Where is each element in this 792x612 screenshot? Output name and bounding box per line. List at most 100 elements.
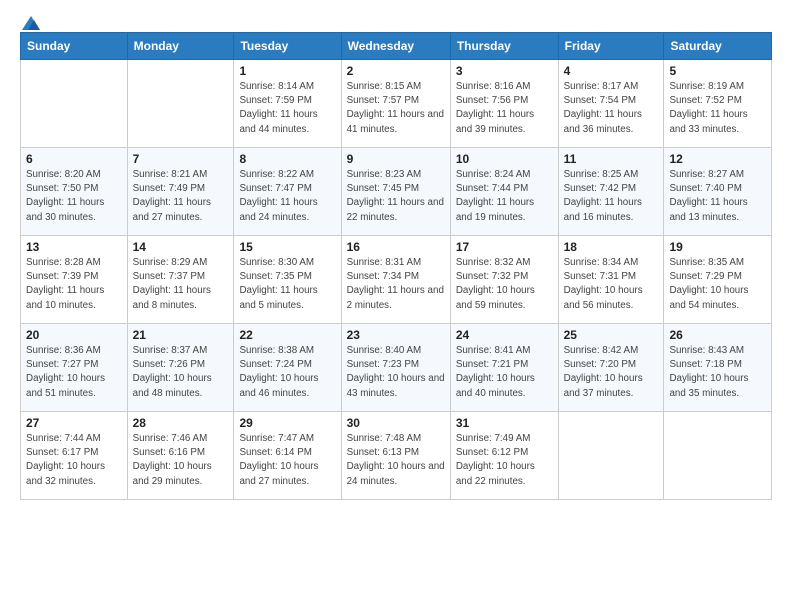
calendar-cell: 26Sunrise: 8:43 AM Sunset: 7:18 PM Dayli… bbox=[664, 324, 772, 412]
day-info: Sunrise: 8:20 AM Sunset: 7:50 PM Dayligh… bbox=[26, 168, 122, 225]
day-info: Sunrise: 8:38 AM Sunset: 7:24 PM Dayligh… bbox=[239, 344, 335, 401]
weekday-header-tuesday: Tuesday bbox=[234, 33, 341, 60]
calendar-cell: 30Sunrise: 7:48 AM Sunset: 6:13 PM Dayli… bbox=[341, 412, 450, 500]
week-row-0: 1 Sunrise: 8:14 AM Sunset: 7:59 PM Daylig… bbox=[21, 60, 772, 148]
weekday-header-thursday: Thursday bbox=[450, 33, 558, 60]
day-number: 31 bbox=[456, 416, 553, 430]
day-number: 7 bbox=[133, 152, 229, 166]
day-info: Sunrise: 7:44 AM Sunset: 6:17 PM Dayligh… bbox=[26, 432, 122, 489]
calendar-cell: 10 Sunrise: 8:24 AM Sunset: 7:44 PM Dayli… bbox=[450, 148, 558, 236]
day-number: 20 bbox=[26, 328, 122, 342]
day-info: Sunrise: 7:46 AM Sunset: 6:16 PM Dayligh… bbox=[133, 432, 229, 489]
day-info: Sunrise: 8:29 AM Sunset: 7:37 PM Dayligh… bbox=[133, 256, 229, 313]
day-number: 13 bbox=[26, 240, 122, 254]
day-number: 2 bbox=[347, 64, 445, 78]
day-info: Sunrise: 8:15 AM Sunset: 7:57 PM Dayligh… bbox=[347, 80, 445, 137]
weekday-header-saturday: Saturday bbox=[664, 33, 772, 60]
weekday-header-row: SundayMondayTuesdayWednesdayThursdayFrid… bbox=[21, 33, 772, 60]
day-info: Sunrise: 8:24 AM Sunset: 7:44 PM Dayligh… bbox=[456, 168, 553, 225]
day-info: Sunrise: 8:42 AM Sunset: 7:20 PM Dayligh… bbox=[564, 344, 659, 401]
day-info: Sunrise: 8:31 AM Sunset: 7:34 PM Dayligh… bbox=[347, 256, 445, 313]
calendar-cell bbox=[664, 412, 772, 500]
day-info: Sunrise: 8:16 AM Sunset: 7:56 PM Dayligh… bbox=[456, 80, 553, 137]
weekday-header-friday: Friday bbox=[558, 33, 664, 60]
day-info: Sunrise: 8:30 AM Sunset: 7:35 PM Dayligh… bbox=[239, 256, 335, 313]
day-number: 19 bbox=[669, 240, 766, 254]
day-number: 29 bbox=[239, 416, 335, 430]
calendar-cell: 1 Sunrise: 8:14 AM Sunset: 7:59 PM Daylig… bbox=[234, 60, 341, 148]
calendar-cell: 29 Sunrise: 7:47 AM Sunset: 6:14 PM Dayli… bbox=[234, 412, 341, 500]
day-number: 28 bbox=[133, 416, 229, 430]
day-info: Sunrise: 8:34 AM Sunset: 7:31 PM Dayligh… bbox=[564, 256, 659, 313]
day-number: 21 bbox=[133, 328, 229, 342]
week-row-1: 6 Sunrise: 8:20 AM Sunset: 7:50 PM Daylig… bbox=[21, 148, 772, 236]
calendar-cell: 2 Sunrise: 8:15 AM Sunset: 7:57 PM Daylig… bbox=[341, 60, 450, 148]
day-number: 16 bbox=[347, 240, 445, 254]
day-number: 3 bbox=[456, 64, 553, 78]
day-number: 15 bbox=[239, 240, 335, 254]
calendar-cell: 14 Sunrise: 8:29 AM Sunset: 7:37 PM Dayli… bbox=[127, 236, 234, 324]
day-info: Sunrise: 8:23 AM Sunset: 7:45 PM Dayligh… bbox=[347, 168, 445, 225]
calendar-cell: 11 Sunrise: 8:25 AM Sunset: 7:42 PM Dayli… bbox=[558, 148, 664, 236]
day-info: Sunrise: 8:17 AM Sunset: 7:54 PM Dayligh… bbox=[564, 80, 659, 137]
week-row-3: 20 Sunrise: 8:36 AM Sunset: 7:27 PM Dayli… bbox=[21, 324, 772, 412]
day-info: Sunrise: 8:27 AM Sunset: 7:40 PM Dayligh… bbox=[669, 168, 766, 225]
day-number: 10 bbox=[456, 152, 553, 166]
day-number: 27 bbox=[26, 416, 122, 430]
day-number: 8 bbox=[239, 152, 335, 166]
day-number: 12 bbox=[669, 152, 766, 166]
calendar-cell: 5Sunrise: 8:19 AM Sunset: 7:52 PM Daylig… bbox=[664, 60, 772, 148]
day-info: Sunrise: 8:37 AM Sunset: 7:26 PM Dayligh… bbox=[133, 344, 229, 401]
day-info: Sunrise: 7:48 AM Sunset: 6:13 PM Dayligh… bbox=[347, 432, 445, 489]
weekday-header-sunday: Sunday bbox=[21, 33, 128, 60]
day-info: Sunrise: 8:35 AM Sunset: 7:29 PM Dayligh… bbox=[669, 256, 766, 313]
calendar-cell: 24Sunrise: 8:41 AM Sunset: 7:21 PM Dayli… bbox=[450, 324, 558, 412]
day-info: Sunrise: 8:21 AM Sunset: 7:49 PM Dayligh… bbox=[133, 168, 229, 225]
calendar-cell: 23 Sunrise: 8:40 AM Sunset: 7:23 PM Dayli… bbox=[341, 324, 450, 412]
calendar-cell bbox=[558, 412, 664, 500]
weekday-header-monday: Monday bbox=[127, 33, 234, 60]
day-info: Sunrise: 7:47 AM Sunset: 6:14 PM Dayligh… bbox=[239, 432, 335, 489]
week-row-2: 13 Sunrise: 8:28 AM Sunset: 7:39 PM Dayli… bbox=[21, 236, 772, 324]
calendar-cell: 31 Sunrise: 7:49 AM Sunset: 6:12 PM Dayli… bbox=[450, 412, 558, 500]
calendar-cell: 20 Sunrise: 8:36 AM Sunset: 7:27 PM Dayli… bbox=[21, 324, 128, 412]
calendar-cell: 25 Sunrise: 8:42 AM Sunset: 7:20 PM Dayli… bbox=[558, 324, 664, 412]
calendar-cell: 7 Sunrise: 8:21 AM Sunset: 7:49 PM Daylig… bbox=[127, 148, 234, 236]
calendar-cell bbox=[21, 60, 128, 148]
calendar-cell: 13 Sunrise: 8:28 AM Sunset: 7:39 PM Dayli… bbox=[21, 236, 128, 324]
day-number: 14 bbox=[133, 240, 229, 254]
calendar-cell: 17 Sunrise: 8:32 AM Sunset: 7:32 PM Dayli… bbox=[450, 236, 558, 324]
calendar-cell: 18 Sunrise: 8:34 AM Sunset: 7:31 PM Dayli… bbox=[558, 236, 664, 324]
day-number: 6 bbox=[26, 152, 122, 166]
calendar-cell: 22Sunrise: 8:38 AM Sunset: 7:24 PM Dayli… bbox=[234, 324, 341, 412]
week-row-4: 27 Sunrise: 7:44 AM Sunset: 6:17 PM Dayli… bbox=[21, 412, 772, 500]
calendar-cell: 27 Sunrise: 7:44 AM Sunset: 6:17 PM Dayli… bbox=[21, 412, 128, 500]
day-info: Sunrise: 8:22 AM Sunset: 7:47 PM Dayligh… bbox=[239, 168, 335, 225]
day-number: 23 bbox=[347, 328, 445, 342]
day-info: Sunrise: 8:40 AM Sunset: 7:23 PM Dayligh… bbox=[347, 344, 445, 401]
day-info: Sunrise: 8:14 AM Sunset: 7:59 PM Dayligh… bbox=[239, 80, 335, 137]
calendar-cell: 12 Sunrise: 8:27 AM Sunset: 7:40 PM Dayli… bbox=[664, 148, 772, 236]
calendar-cell: 28 Sunrise: 7:46 AM Sunset: 6:16 PM Dayli… bbox=[127, 412, 234, 500]
day-number: 1 bbox=[239, 64, 335, 78]
day-info: Sunrise: 8:32 AM Sunset: 7:32 PM Dayligh… bbox=[456, 256, 553, 313]
day-number: 11 bbox=[564, 152, 659, 166]
day-info: Sunrise: 7:49 AM Sunset: 6:12 PM Dayligh… bbox=[456, 432, 553, 489]
day-number: 5 bbox=[669, 64, 766, 78]
logo-icon bbox=[22, 16, 40, 30]
calendar-cell: 4Sunrise: 8:17 AM Sunset: 7:54 PM Daylig… bbox=[558, 60, 664, 148]
day-number: 17 bbox=[456, 240, 553, 254]
calendar-cell: 9Sunrise: 8:23 AM Sunset: 7:45 PM Daylig… bbox=[341, 148, 450, 236]
calendar-cell: 6 Sunrise: 8:20 AM Sunset: 7:50 PM Daylig… bbox=[21, 148, 128, 236]
day-number: 25 bbox=[564, 328, 659, 342]
calendar-cell: 21 Sunrise: 8:37 AM Sunset: 7:26 PM Dayli… bbox=[127, 324, 234, 412]
day-number: 18 bbox=[564, 240, 659, 254]
day-info: Sunrise: 8:36 AM Sunset: 7:27 PM Dayligh… bbox=[26, 344, 122, 401]
day-info: Sunrise: 8:25 AM Sunset: 7:42 PM Dayligh… bbox=[564, 168, 659, 225]
calendar-cell: 16 Sunrise: 8:31 AM Sunset: 7:34 PM Dayli… bbox=[341, 236, 450, 324]
calendar-cell: 8 Sunrise: 8:22 AM Sunset: 7:47 PM Daylig… bbox=[234, 148, 341, 236]
logo bbox=[20, 16, 40, 26]
calendar-cell bbox=[127, 60, 234, 148]
day-info: Sunrise: 8:28 AM Sunset: 7:39 PM Dayligh… bbox=[26, 256, 122, 313]
day-number: 24 bbox=[456, 328, 553, 342]
